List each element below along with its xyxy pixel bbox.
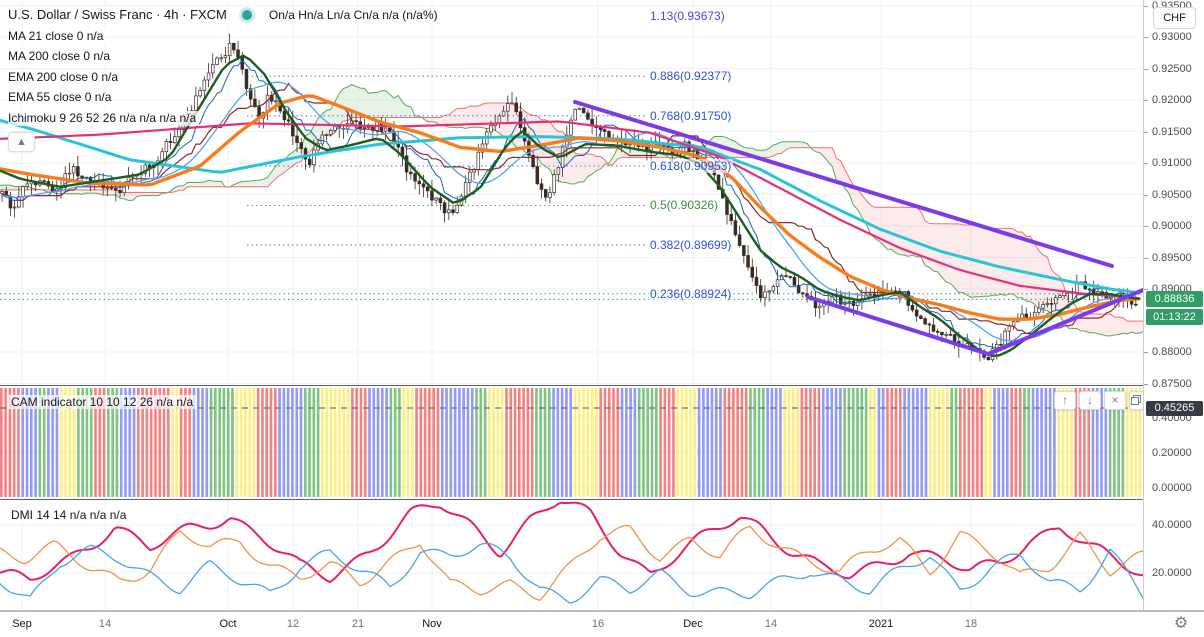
time-axis-tick: 12 xyxy=(286,618,300,630)
tick-mark xyxy=(1144,194,1148,196)
indicator-row-ma200[interactable]: MA 200 close 0 n/a xyxy=(8,49,114,64)
pane-divider[interactable] xyxy=(0,385,1204,386)
price-axis-tick: 0.87500 xyxy=(1152,377,1192,390)
move-pane-down-button[interactable]: ↓ xyxy=(1079,391,1101,410)
dmi-axis-tick: 40.0000 xyxy=(1152,519,1192,531)
time-axis-tick: 18 xyxy=(964,618,978,630)
time-axis-tick: Oct xyxy=(219,618,237,630)
up-arrow-icon: ↑ xyxy=(1062,393,1068,407)
price-axis-tick: 0.90000 xyxy=(1152,220,1192,232)
price-axis-tick: 0.88000 xyxy=(1152,346,1192,358)
price-axis-tick: 0.92000 xyxy=(1152,94,1192,106)
dmi-panel-title[interactable]: DMI 14 14 n/a n/a n/a xyxy=(8,508,130,522)
time-axis[interactable]: Sep 14 Oct 12 21 Nov 16 Dec 14 2021 18 xyxy=(0,611,1204,637)
time-axis-tick: Dec xyxy=(683,618,703,630)
tick-mark xyxy=(1144,289,1148,290)
chart-settings-gear-icon[interactable]: ⚙ xyxy=(1166,613,1196,635)
tick-mark xyxy=(1144,352,1148,353)
price-axis-tick: 0.93000 xyxy=(1152,31,1192,43)
fib-level-label: 0.768(0.91750) xyxy=(648,108,734,123)
move-pane-up-button[interactable]: ↑ xyxy=(1054,391,1076,410)
fib-level-label: 0.5(0.90326) xyxy=(648,198,721,213)
cam-value-badge: 0.45265 xyxy=(1146,401,1203,416)
maximize-icon xyxy=(1131,395,1141,405)
close-icon: × xyxy=(1111,393,1119,407)
price-axis[interactable]: 0.93500 0.93000 0.92500 0.92000 0.91500 0.910… xyxy=(1143,0,1204,610)
close-pane-button[interactable]: × xyxy=(1104,391,1126,410)
price-axis-tick: 0.92500 xyxy=(1152,62,1192,75)
fib-level-label: 0.618(0.90953) xyxy=(648,158,734,173)
chart-legend: U.S. Dollar / Swiss Franc · 4h · FXCM On… xyxy=(8,6,441,152)
price-axis-tick: 0.91000 xyxy=(1152,157,1192,169)
fib-level-label: 1.13(0.93673) xyxy=(648,9,727,23)
indicator-row-ichimoku[interactable]: Ichimoku 9 26 52 26 n/a n/a n/a n/a xyxy=(8,110,200,126)
tick-mark xyxy=(1144,5,1148,7)
data-source-dot-icon xyxy=(241,9,252,20)
tradingview-chart-window: U.S. Dollar / Swiss Franc · 4h · FXCM On… xyxy=(0,0,1204,637)
fib-level-label: 0.886(0.92377) xyxy=(648,69,734,84)
tick-mark xyxy=(1144,383,1148,385)
ohlc-values: On/a Hn/a Ln/a Cn/a n/a (n/a%) xyxy=(265,6,441,23)
cam-axis-tick: 0.20000 xyxy=(1152,447,1192,459)
currency-toggle-button[interactable]: CHF xyxy=(1153,7,1196,29)
fib-level-label: 0.382(0.89699) xyxy=(648,237,734,252)
indicator-row-ma21[interactable]: MA 21 close 0 n/a xyxy=(8,28,107,44)
fib-level-label: 0.236(0.88924) xyxy=(648,286,734,301)
tick-mark xyxy=(1144,68,1148,70)
pane-divider[interactable] xyxy=(0,499,1204,500)
down-arrow-icon: ↓ xyxy=(1087,393,1093,407)
price-axis-tick: 0.91500 xyxy=(1152,125,1192,138)
tick-mark xyxy=(1144,257,1148,259)
cam-panel-title[interactable]: CAM indicator 10 10 12 26 n/a n/a xyxy=(8,395,197,409)
legend-collapse-button[interactable]: ▲ xyxy=(8,131,35,152)
time-axis-tick: 14 xyxy=(98,618,112,630)
tick-mark xyxy=(1144,100,1148,101)
tick-mark xyxy=(1144,131,1148,133)
chevron-up-icon: ▲ xyxy=(16,135,27,148)
last-price-badge: 0.88836 xyxy=(1146,291,1203,308)
time-axis-tick: 21 xyxy=(351,618,365,630)
time-axis-tick: 14 xyxy=(764,618,778,630)
tick-mark xyxy=(1144,226,1148,227)
time-axis-tick: Sep xyxy=(12,618,32,630)
bar-countdown-badge: 01:13:22 xyxy=(1146,309,1203,326)
time-axis-tick: 16 xyxy=(591,618,605,630)
time-axis-tick: 2021 xyxy=(868,618,894,630)
price-axis-tick: 0.90500 xyxy=(1152,188,1192,201)
dmi-axis-tick: 20.0000 xyxy=(1152,567,1192,579)
time-axis-tick: Nov xyxy=(422,618,442,630)
indicator-row-ema55[interactable]: EMA 55 close 0 n/a xyxy=(8,90,115,105)
price-axis-tick: 0.89500 xyxy=(1152,251,1192,264)
cam-axis-tick: 0.00000 xyxy=(1152,482,1192,494)
symbol-title[interactable]: U.S. Dollar / Swiss Franc · 4h · FXCM xyxy=(8,6,230,23)
tick-mark xyxy=(1144,163,1148,164)
pane-controls: ↑ ↓ × xyxy=(1054,391,1151,410)
tick-mark xyxy=(1144,37,1148,38)
indicator-row-ema200[interactable]: EMA 200 close 0 n/a xyxy=(8,69,122,85)
